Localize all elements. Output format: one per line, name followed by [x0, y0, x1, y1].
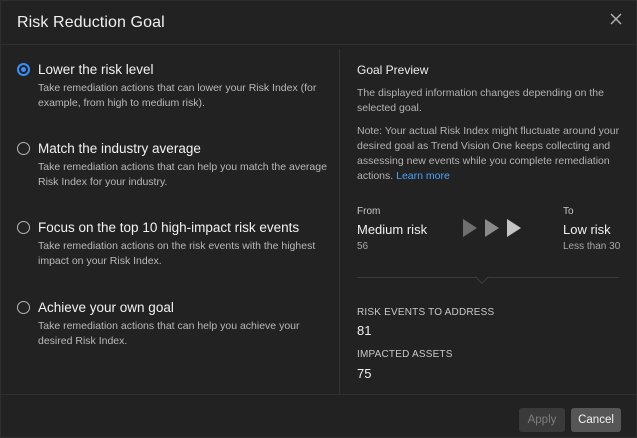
- header-divider: [1, 44, 636, 45]
- goal-preview-intro: The displayed information changes depend…: [357, 87, 604, 114]
- from-risk-level: Medium risk: [357, 222, 428, 237]
- option-title: Lower the risk level: [38, 62, 154, 77]
- option-description: Take remediation actions that can help y…: [38, 161, 327, 188]
- close-icon[interactable]: [607, 10, 625, 28]
- from-label: From: [357, 206, 381, 217]
- risk-reduction-goal-dialog: Risk Reduction Goal Lower the risk level…: [0, 0, 637, 438]
- impacted-assets-label: IMPACTED ASSETS: [357, 349, 453, 360]
- arrow-right-icon: [463, 219, 477, 237]
- footer-divider: [1, 394, 636, 395]
- dialog-title: Risk Reduction Goal: [17, 14, 165, 31]
- option-description: Take remediation actions that can lower …: [38, 82, 317, 109]
- goal-preview-note: Note: Your actual Risk Index might fluct…: [357, 124, 625, 184]
- radio-match-industry-average[interactable]: [17, 142, 30, 155]
- goal-preview-title: Goal Preview: [357, 63, 429, 77]
- apply-button[interactable]: Apply: [519, 408, 565, 432]
- panel-divider: [339, 49, 340, 394]
- to-risk-index: Less than 30: [563, 241, 621, 252]
- separator-notch: [474, 269, 490, 285]
- option-title: Focus on the top 10 high-impact risk eve…: [38, 220, 300, 235]
- risk-events-label: RISK EVENTS TO ADDRESS: [357, 307, 495, 318]
- cancel-button[interactable]: Cancel: [571, 408, 621, 432]
- option-description: Take remediation actions that can help y…: [38, 320, 300, 347]
- radio-achieve-own-goal[interactable]: [17, 301, 30, 314]
- risk-events-value: 81: [357, 323, 372, 338]
- learn-more-link[interactable]: Learn more: [396, 170, 450, 182]
- to-risk-level: Low risk: [563, 222, 611, 237]
- option-title: Match the industry average: [38, 141, 201, 156]
- radio-lower-risk-level[interactable]: [17, 63, 30, 76]
- option-title: Achieve your own goal: [38, 300, 174, 315]
- radio-focus-top-10[interactable]: [17, 221, 30, 234]
- option-description: Take remediation actions on the risk eve…: [38, 240, 316, 267]
- from-risk-index: 56: [357, 241, 369, 252]
- arrow-right-icon: [485, 219, 499, 237]
- impacted-assets-value: 75: [357, 366, 372, 381]
- to-label: To: [563, 206, 574, 217]
- arrow-right-icon: [507, 219, 521, 237]
